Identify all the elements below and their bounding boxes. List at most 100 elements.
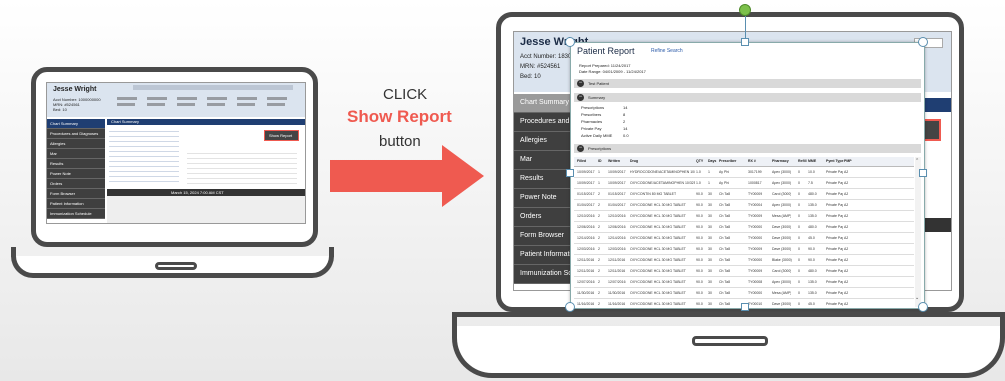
table-row: 12/11/2016 2 12/11/2016 OXYCODONE HCL 30 MG…	[574, 255, 914, 266]
table-cell: 0	[798, 302, 800, 306]
table-cell: 30	[708, 258, 712, 262]
table-cell: AZ	[844, 280, 849, 284]
left-sidebar-item[interactable]: Results	[47, 159, 105, 169]
left-sidebar-item[interactable]: Orders	[47, 179, 105, 189]
column-header[interactable]: Written	[608, 159, 620, 163]
table-cell: OXYCODONE HCL 30 MG TABLET	[630, 258, 686, 262]
column-header[interactable]: Filled	[577, 159, 586, 163]
left-sidebar-item[interactable]: Chart Summary	[47, 119, 105, 129]
left-show-report-button[interactable]: Show Report	[264, 130, 299, 141]
resize-handle-top-right[interactable]	[918, 37, 928, 47]
report-prepared: Report Prepared: 11/24/2017	[579, 63, 631, 68]
right-sidebar-item[interactable]: Form Browser	[514, 227, 574, 246]
summary-value: 8	[623, 112, 626, 117]
resize-handle-left[interactable]	[566, 169, 574, 177]
right-sidebar-item[interactable]: Orders	[514, 208, 574, 227]
scroll-down-icon[interactable]: ⌄	[915, 295, 919, 301]
right-sidebar-item[interactable]: Allergies	[514, 132, 574, 151]
left-bed: Bed: 10	[53, 107, 67, 112]
table-cell: 7.5	[808, 181, 813, 185]
table-cell: Dave (3000)	[772, 236, 792, 240]
left-sidebar-item[interactable]: Allergies	[47, 139, 105, 149]
section-test-patient[interactable]: − Test Patient	[574, 79, 921, 88]
table-cell: Ch Ta8	[719, 258, 731, 262]
left-sidebar-item[interactable]: Form Browser	[47, 189, 105, 199]
table-cell: 12/07/2016	[608, 280, 626, 284]
section-prescriptions[interactable]: − Prescriptions	[574, 144, 921, 153]
scrollbar[interactable]: ⌃ ⌄	[915, 157, 921, 307]
left-sidebar-item[interactable]: Patient Information	[47, 199, 105, 209]
table-cell: Mesa (AMP)	[772, 214, 792, 218]
right-sidebar-item[interactable]: Immunization Sche	[514, 265, 574, 284]
right-sidebar-item[interactable]: Mar	[514, 151, 574, 170]
column-header[interactable]: Days	[708, 159, 716, 163]
table-cell: 0	[798, 192, 800, 196]
column-header[interactable]: Refill	[798, 159, 807, 163]
column-header[interactable]: RX #	[748, 159, 756, 163]
resize-handle-right[interactable]	[919, 169, 927, 177]
collapse-icon[interactable]: −	[577, 94, 584, 101]
table-cell: Apex (3000)	[772, 181, 792, 185]
table-cell: 30	[708, 247, 712, 251]
column-header[interactable]: Prescriber	[719, 159, 736, 163]
column-header[interactable]: PMP	[844, 159, 852, 163]
resize-handle-bottom-right[interactable]	[918, 302, 928, 312]
left-header-detail	[117, 97, 297, 100]
table-cell: Private Pay	[826, 181, 843, 185]
table-cell: 1.0	[696, 181, 701, 185]
right-sidebar-item[interactable]: Patient Information	[514, 246, 574, 265]
table-cell: Apex (3000)	[772, 203, 792, 207]
scroll-up-icon[interactable]: ⌃	[915, 158, 919, 164]
rotate-handle[interactable]	[739, 4, 751, 16]
column-header[interactable]: Drug	[630, 159, 638, 163]
left-header-detail	[117, 103, 297, 106]
collapse-icon[interactable]: −	[577, 145, 584, 152]
resize-handle-bottom[interactable]	[741, 303, 749, 311]
table-cell: Apex (3000)	[772, 170, 792, 174]
table-cell: 11/30/2016	[577, 291, 595, 295]
summary-label: Prescriptions	[581, 105, 605, 110]
table-cell: 1	[598, 181, 600, 185]
section-summary[interactable]: − Summary	[574, 93, 921, 102]
table-row: 01/04/2017 2 01/04/2017 OXYCODONE HCL 30 MG…	[574, 200, 914, 211]
left-sidebar-item[interactable]: Mar	[47, 149, 105, 159]
table-cell: Private Pay	[826, 225, 843, 229]
table-cell: 12/10/2016	[577, 214, 595, 218]
column-header[interactable]: Pharmacy	[772, 159, 789, 163]
refine-search-link[interactable]: Refine Search	[651, 48, 683, 54]
summary-label: Prescribers	[581, 112, 602, 117]
right-sidebar-item[interactable]: Chart Summary	[514, 94, 574, 113]
right-sidebar-item[interactable]: Results	[514, 170, 574, 189]
column-header[interactable]: ID	[598, 159, 602, 163]
table-cell: Carol (3000)	[772, 269, 792, 273]
table-cell: 12/03/2016	[577, 247, 595, 251]
table-cell: 0	[798, 269, 800, 273]
column-header[interactable]: QTY	[696, 159, 703, 163]
summary-value: 14	[623, 105, 628, 110]
right-mrn: MRN: #524561	[520, 64, 561, 70]
collapse-icon[interactable]: −	[577, 80, 584, 87]
table-cell: Private Pay	[826, 170, 843, 174]
left-sidebar-item[interactable]: Power Note	[47, 169, 105, 179]
left-sidebar-item[interactable]: Procedures and Diagnoses	[47, 129, 105, 139]
column-header[interactable]: MME	[808, 159, 816, 163]
table-cell: 135.0	[808, 280, 817, 284]
column-header[interactable]: Pymt Type	[826, 159, 843, 163]
resize-handle-top-left[interactable]	[565, 37, 575, 47]
table-cell: TY00009	[748, 269, 763, 273]
table-cell: Ch Ta8	[719, 280, 731, 284]
table-cell: 90.0	[696, 247, 703, 251]
table-cell: 12/10/2016	[608, 214, 626, 218]
resize-handle-bottom-left[interactable]	[565, 302, 575, 312]
table-cell: 11/16/2016	[577, 302, 595, 306]
table-cell: Dave (3000)	[772, 225, 792, 229]
resize-handle-top[interactable]	[741, 38, 749, 46]
left-sidebar-item[interactable]: Immunization Schedule	[47, 209, 105, 219]
table-cell: TY00009	[748, 214, 763, 218]
right-sidebar-item[interactable]: Power Note	[514, 189, 574, 208]
table-cell: 90.0	[696, 291, 703, 295]
table-cell: 11/30/2016	[608, 291, 626, 295]
table-cell: Ch Ta8	[719, 192, 731, 196]
right-sidebar-item[interactable]: Procedures and Dia	[514, 113, 574, 132]
instruction-click: CLICK	[383, 86, 428, 103]
